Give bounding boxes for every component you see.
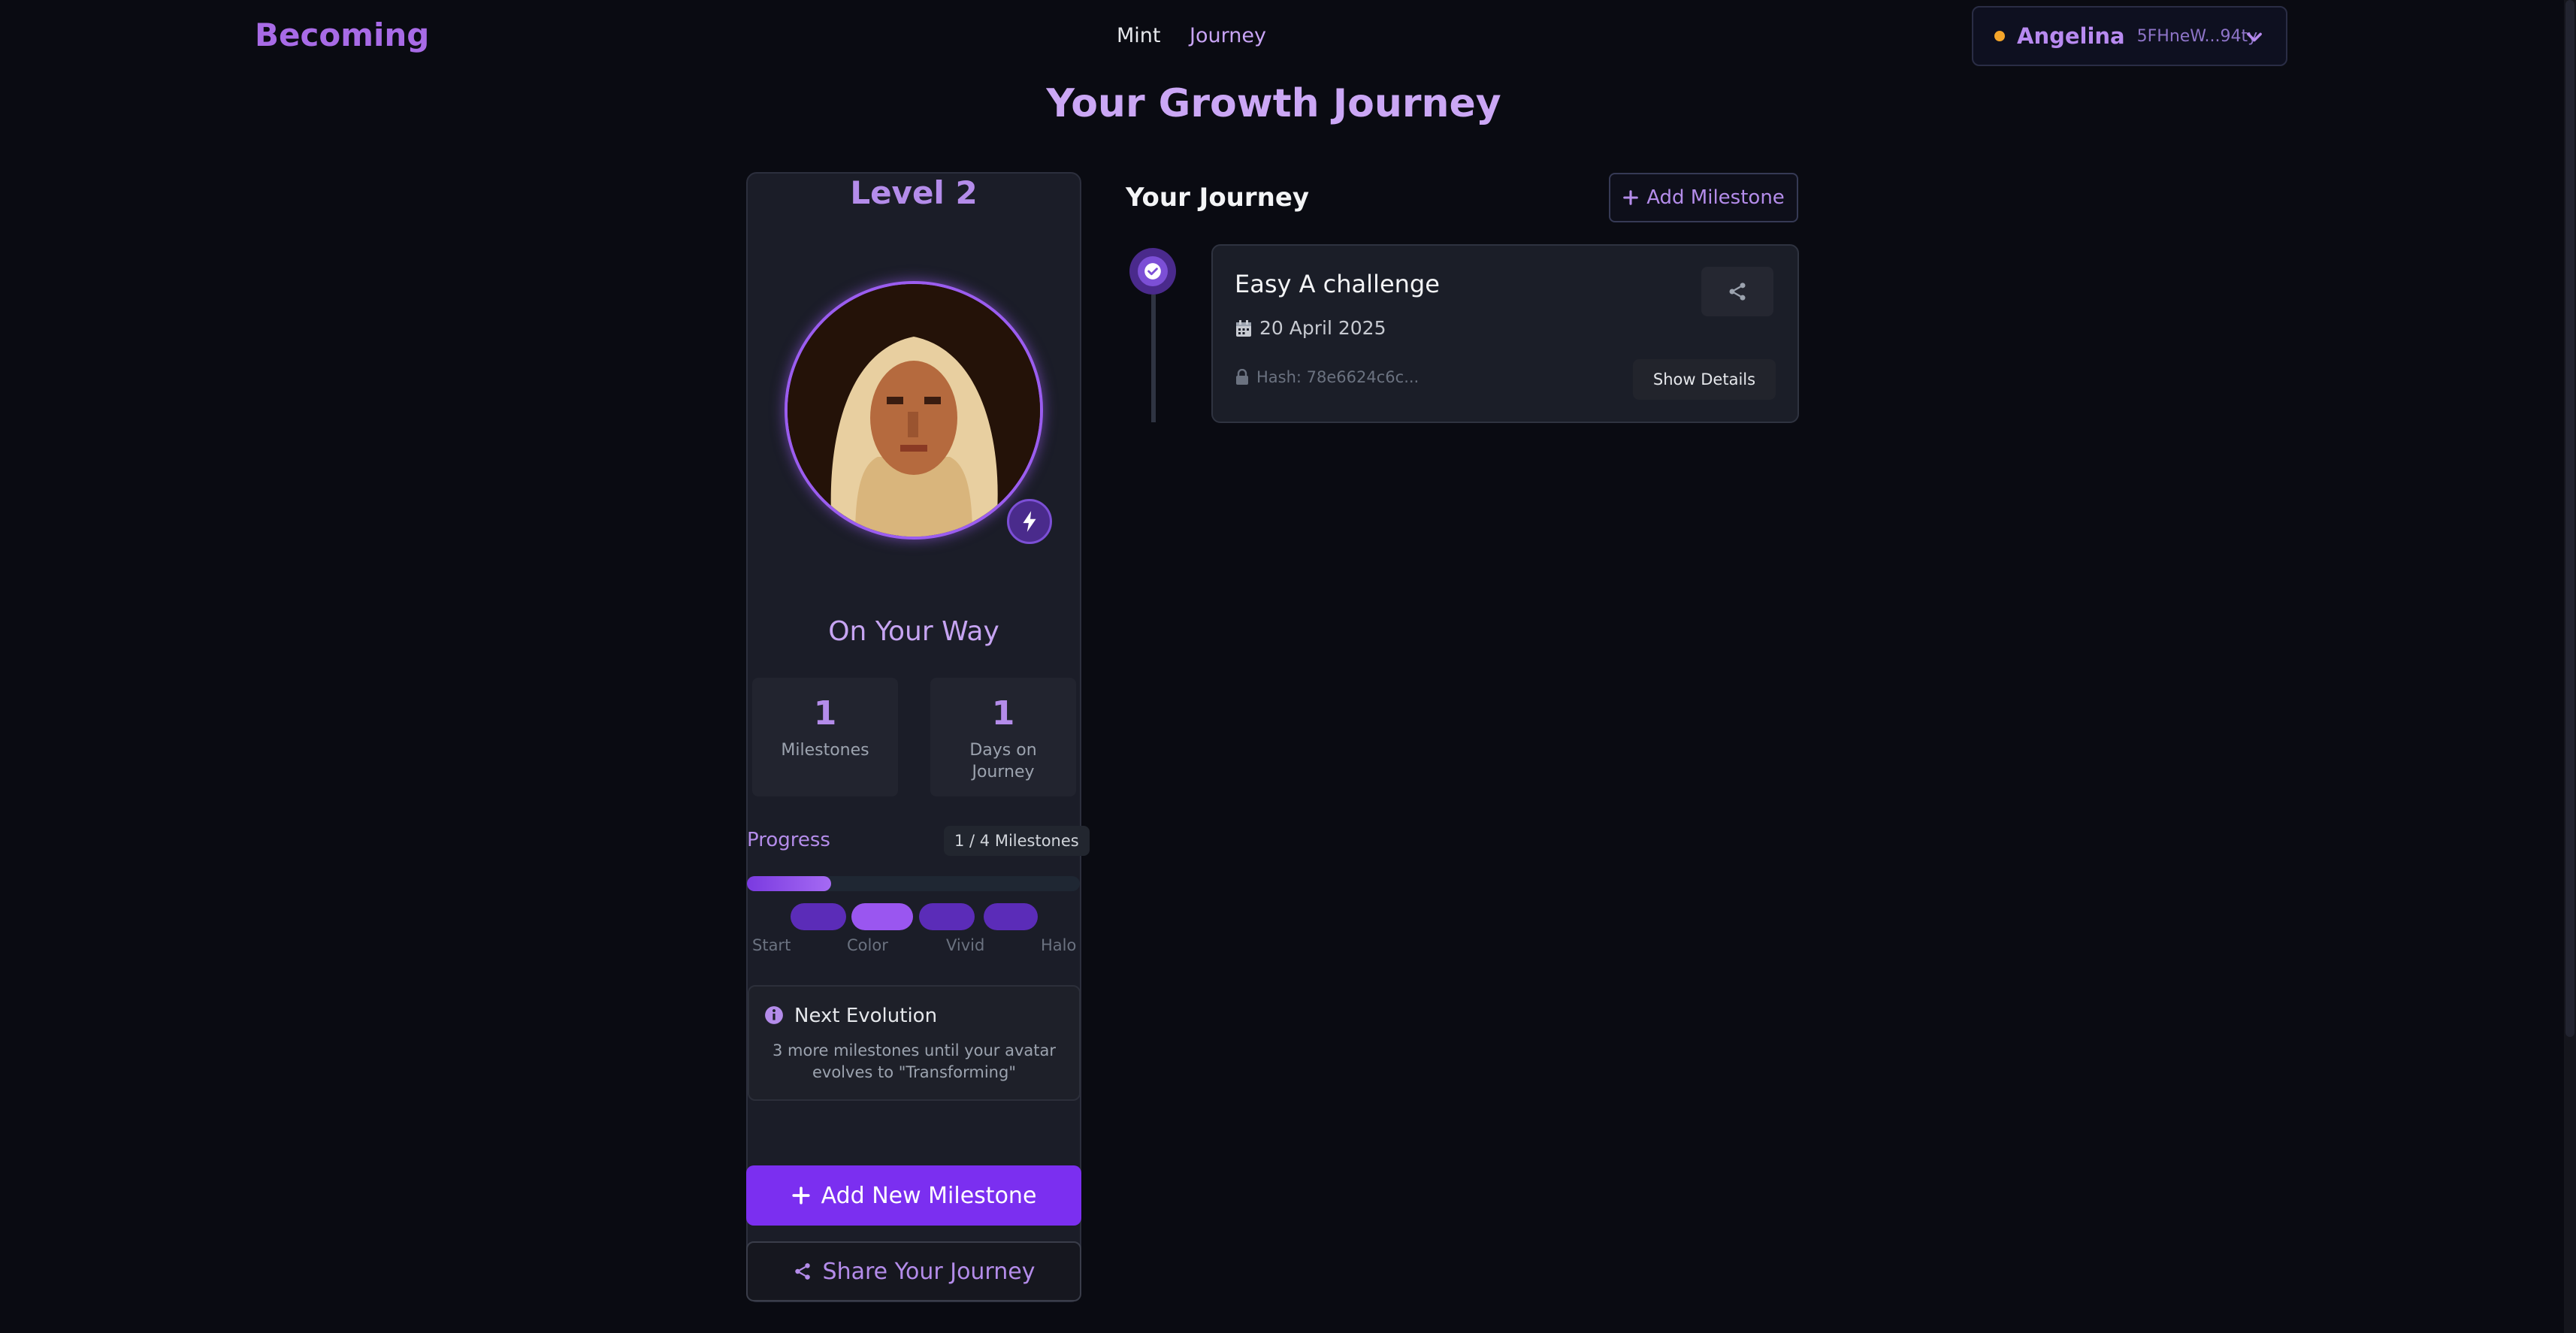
next-evolution-description: 3 more milestones until your avatar evol…: [772, 1041, 1056, 1081]
milestone-hash: Hash: 78e6624c6c...: [1235, 368, 1419, 386]
stage-indicator-vivid: [919, 903, 975, 930]
share-icon: [793, 1262, 812, 1281]
stage-indicator-color: [851, 903, 913, 930]
brand-logo[interactable]: Becoming: [255, 17, 429, 53]
plus-icon: [791, 1186, 811, 1205]
page-title: Your Growth Journey: [1046, 81, 1501, 126]
show-details-button[interactable]: Show Details: [1633, 359, 1776, 400]
timeline-check-icon: [1129, 248, 1176, 295]
stage-label-start: Start: [752, 936, 791, 954]
milestone-date-text: 20 April 2025: [1259, 317, 1386, 339]
plus-icon: [1622, 189, 1639, 206]
avatar: [785, 281, 1043, 540]
add-new-milestone-label: Add New Milestone: [821, 1182, 1037, 1209]
wallet-name: Angelina: [2017, 23, 2125, 49]
scrollbar-thumb[interactable]: [2565, 0, 2574, 1037]
add-milestone-button[interactable]: Add Milestone: [1609, 173, 1798, 222]
stage-indicator-halo: [984, 903, 1038, 930]
wallet-selector[interactable]: Angelina 5FHneW...94ty: [1972, 6, 2287, 66]
next-evolution-title: Next Evolution: [794, 1005, 938, 1027]
stat-value: 1: [813, 694, 837, 733]
status-title: On Your Way: [828, 616, 999, 647]
stage-label-halo: Halo: [1041, 936, 1077, 954]
stage-indicator-start: [791, 903, 846, 930]
share-icon: [1727, 281, 1748, 302]
chevron-down-icon: [2244, 27, 2265, 51]
calendar-icon: [1235, 319, 1252, 337]
milestone-hash-text: Hash: 78e6624c6c...: [1256, 368, 1420, 386]
progress-label: Progress: [747, 829, 830, 851]
level-label: Level 2: [850, 174, 978, 211]
nav-mint[interactable]: Mint: [1117, 24, 1161, 47]
info-icon: [764, 1005, 784, 1028]
lightning-icon[interactable]: [1007, 499, 1052, 544]
stat-value: 1: [991, 694, 1015, 733]
nav-journey[interactable]: Journey: [1190, 24, 1266, 47]
progress-fill: [747, 876, 831, 891]
timeline-line: [1151, 295, 1156, 422]
stat-label: Days on Journey: [969, 741, 1037, 781]
stage-label-color: Color: [847, 936, 888, 954]
stat-label: Milestones: [781, 741, 869, 760]
journey-heading: Your Journey: [1126, 183, 1310, 213]
milestone-date: 20 April 2025: [1235, 317, 1386, 339]
stat-days: 1 Days on Journey: [930, 678, 1076, 796]
connection-status-dot: [1994, 31, 2005, 41]
lock-icon: [1235, 369, 1249, 385]
milestone-share-button[interactable]: [1701, 267, 1773, 316]
share-journey-button[interactable]: Share Your Journey: [746, 1241, 1081, 1301]
share-journey-label: Share Your Journey: [822, 1258, 1036, 1285]
progress-count-badge: 1 / 4 Milestones: [944, 826, 1090, 856]
add-milestone-label: Add Milestone: [1646, 186, 1785, 209]
stat-milestones: 1 Milestones: [752, 678, 898, 796]
stage-label-vivid: Vivid: [946, 936, 985, 954]
add-new-milestone-button[interactable]: Add New Milestone: [746, 1165, 1081, 1226]
wallet-address: 5FHneW...94ty: [2136, 26, 2258, 46]
milestone-title: Easy A challenge: [1235, 270, 1440, 298]
